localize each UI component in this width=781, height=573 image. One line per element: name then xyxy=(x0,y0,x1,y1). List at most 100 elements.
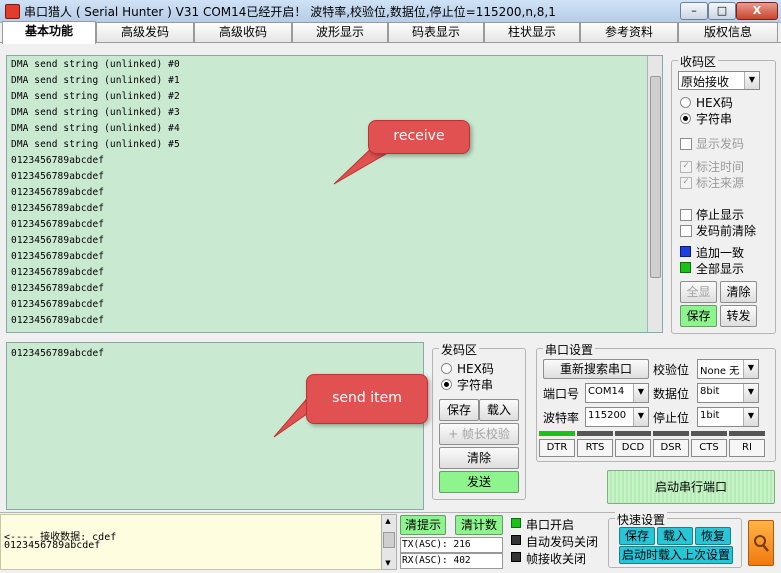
send-clear-button[interactable]: 清除 xyxy=(439,447,519,469)
send-text: 0123456789abcdef xyxy=(11,348,105,359)
signal-button[interactable]: DCD xyxy=(615,439,651,457)
recv-string-label: 字符串 xyxy=(696,112,733,126)
baud-select[interactable]: 115200 ▼ xyxy=(585,407,649,427)
send-area[interactable]: 0123456789abcdef xyxy=(6,342,424,510)
status-scrollbar[interactable]: ▲ ▼ xyxy=(381,514,397,570)
signal-button[interactable]: RI xyxy=(729,439,765,457)
receive-line: DMA send string (unlinked) #3 xyxy=(11,107,180,118)
send-callout: send item xyxy=(306,374,428,424)
port-number-select[interactable]: COM14 ▼ xyxy=(585,383,649,403)
recv-hex-radio[interactable] xyxy=(680,97,691,108)
send-zone-group: 发码区 HEX码 字符串 保存 载入 + 帧长校验 清除 发送 xyxy=(432,341,526,500)
quick-restore-button[interactable]: 恢复 xyxy=(695,527,731,545)
clear-hint-button[interactable]: 清提示 xyxy=(400,515,446,535)
send-hex-radio[interactable] xyxy=(441,363,452,374)
rescan-ports-button[interactable]: 重新搜索串口 xyxy=(543,359,649,379)
tab-references[interactable]: 参考资料 xyxy=(580,22,678,43)
send-string-radio[interactable] xyxy=(441,379,452,390)
send-button[interactable]: 发送 xyxy=(439,471,519,493)
port-number-label: 端口号 xyxy=(543,387,580,401)
auto-send-label: 自动发码关闭 xyxy=(526,535,599,549)
signal-button[interactable]: DTR xyxy=(539,439,575,457)
mark-source-checkbox[interactable]: ✓ xyxy=(680,177,692,189)
show-send-checkbox[interactable] xyxy=(680,138,692,150)
receive-line: DMA send string (unlinked) #0 xyxy=(11,59,180,70)
start-serial-port-button[interactable]: 启动串行端口 xyxy=(607,470,775,504)
tab-basic[interactable]: 基本功能 xyxy=(2,21,96,44)
app-icon xyxy=(5,4,20,19)
send-hex-label: HEX码 xyxy=(457,362,494,376)
clear-count-button[interactable]: 清计数 xyxy=(455,515,503,535)
stopbits-select[interactable]: 1bit ▼ xyxy=(697,407,759,427)
send-save-button[interactable]: 保存 xyxy=(439,399,479,421)
append-label[interactable]: 追加一致 xyxy=(696,244,744,261)
stop-display-checkbox[interactable] xyxy=(680,209,692,221)
append-indicator xyxy=(680,246,691,257)
signal-led xyxy=(615,431,651,436)
receive-mode-select[interactable]: 原始接收 ▼ xyxy=(678,71,760,90)
quick-save-button[interactable]: 保存 xyxy=(619,527,655,545)
receive-line: 0123456789abcdef xyxy=(11,155,105,166)
send-zone-title: 发码区 xyxy=(439,341,480,358)
quick-settings-title: 快速设置 xyxy=(615,511,668,528)
recv-hex-label: HEX码 xyxy=(696,96,733,110)
load-last-settings-button[interactable]: 启动时载入上次设置 xyxy=(619,546,733,564)
frame-check-button[interactable]: + 帧长校验 xyxy=(439,423,519,445)
chevron-down-icon: ▼ xyxy=(744,72,759,89)
forward-button[interactable]: 转发 xyxy=(720,305,757,327)
window-title: 串口猎人 ( Serial Hunter ) V31 COM14已经开启！ 波特… xyxy=(24,5,556,19)
tab-code-table[interactable]: 码表显示 xyxy=(388,22,484,43)
receive-line: 0123456789abcdef xyxy=(11,299,105,310)
receive-area[interactable]: DMA send string (unlinked) #0 DMA send st… xyxy=(6,55,663,333)
receive-save-button[interactable]: 保存 xyxy=(680,305,717,327)
baud-label: 波特率 xyxy=(543,411,580,425)
signal-button[interactable]: DSR xyxy=(653,439,689,457)
receive-callout: receive xyxy=(368,120,470,154)
frame-recv-indicator xyxy=(511,552,521,562)
receive-line: DMA send string (unlinked) #2 xyxy=(11,91,180,102)
recv-string-radio[interactable] xyxy=(680,113,691,124)
port-open-label: 串口开启 xyxy=(526,518,575,532)
close-button[interactable]: X xyxy=(736,2,778,20)
send-load-button[interactable]: 载入 xyxy=(479,399,519,421)
mark-time-checkbox[interactable]: ✓ xyxy=(680,161,692,173)
tab-advanced-send[interactable]: 高级发码 xyxy=(96,22,194,43)
signal-led xyxy=(729,431,765,436)
mark-time-label: 标注时间 xyxy=(696,160,745,174)
scroll-thumb[interactable] xyxy=(650,76,661,278)
tab-copyright[interactable]: 版权信息 xyxy=(678,22,778,43)
chevron-down-icon: ▼ xyxy=(743,384,758,402)
scroll-thumb[interactable] xyxy=(383,532,395,548)
parity-select[interactable]: None 无 ▼ xyxy=(697,359,759,379)
rx-counter: RX(ASC): 402 xyxy=(400,553,503,569)
maximize-button[interactable]: □ xyxy=(708,2,736,20)
clear-before-send-checkbox[interactable] xyxy=(680,225,692,237)
tab-bar-chart[interactable]: 柱状显示 xyxy=(484,22,580,43)
tab-waveform[interactable]: 波形显示 xyxy=(292,22,388,43)
receive-scrollbar[interactable] xyxy=(647,56,662,332)
scroll-up-icon[interactable]: ▲ xyxy=(383,517,393,525)
title-bar: 串口猎人 ( Serial Hunter ) V31 COM14已经开启！ 波特… xyxy=(0,0,781,23)
signal-button[interactable]: RTS xyxy=(577,439,613,457)
signal-led xyxy=(691,431,727,436)
status-line-2: 0123456789abcdef xyxy=(4,540,101,551)
receive-zone-title: 收码区 xyxy=(678,53,719,70)
tx-counter: TX(ASC): 216 xyxy=(400,537,503,553)
show-all-button[interactable]: 全显 xyxy=(680,281,717,303)
tools-icon-glyph xyxy=(754,535,769,552)
receive-line: 0123456789abcdef xyxy=(11,219,105,230)
quick-settings-group: 快速设置 保存 载入 恢复 启动时载入上次设置 xyxy=(608,511,742,568)
databits-select[interactable]: 8bit ▼ xyxy=(697,383,759,403)
mark-source-label: 标注来源 xyxy=(696,176,745,190)
tab-advanced-receive[interactable]: 高级收码 xyxy=(194,22,292,43)
scroll-down-icon[interactable]: ▼ xyxy=(383,559,393,567)
tools-icon[interactable] xyxy=(748,520,774,566)
signal-button[interactable]: CTS xyxy=(691,439,727,457)
chevron-down-icon: ▼ xyxy=(743,360,758,378)
quick-load-button[interactable]: 载入 xyxy=(657,527,693,545)
receive-line: DMA send string (unlinked) #1 xyxy=(11,75,180,86)
show-all-label[interactable]: 全部显示 xyxy=(696,260,744,277)
receive-clear-button[interactable]: 清除 xyxy=(720,281,757,303)
minimize-button[interactable]: – xyxy=(680,2,708,20)
databits-value: 8bit xyxy=(700,386,720,397)
